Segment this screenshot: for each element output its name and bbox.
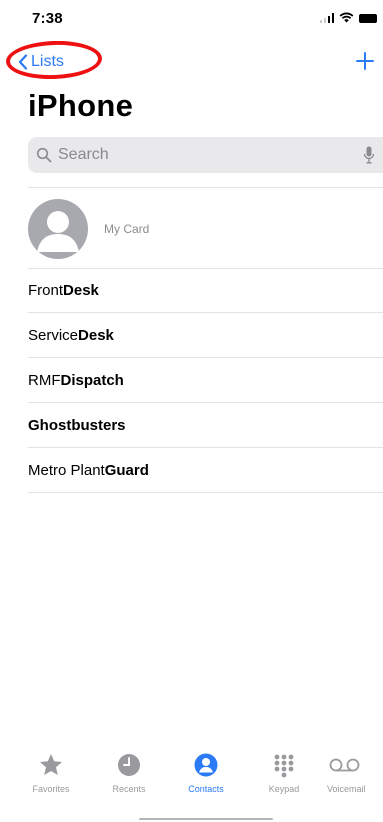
status-icons — [319, 12, 377, 23]
keypad-icon — [274, 754, 294, 778]
clock-icon — [118, 754, 140, 776]
contact-list: Front Desk Service Desk RMF Dispatch Gho… — [0, 268, 383, 493]
tab-label: Contacts — [188, 784, 224, 794]
search-bar[interactable] — [28, 137, 383, 173]
contact-last-name: Desk — [63, 282, 99, 299]
contact-row-service-desk[interactable]: Service Desk — [0, 313, 383, 358]
contact-last-name: Dispatch — [60, 372, 124, 389]
contact-last-name: Ghostbusters — [28, 417, 126, 434]
my-card[interactable]: My Card — [28, 196, 383, 262]
tab-favorites[interactable]: Favorites — [16, 752, 86, 794]
tab-contacts[interactable]: Contacts — [171, 752, 241, 794]
contact-first-name: RMF — [28, 372, 61, 389]
navigation-bar: Lists — [0, 39, 383, 81]
contact-first-name: Metro Plant — [28, 462, 105, 479]
contact-last-name: Desk — [78, 327, 114, 344]
tab-label: Voicemail — [327, 784, 366, 794]
person-silhouette-icon — [37, 211, 79, 252]
my-card-label: My Card — [104, 222, 150, 236]
contact-first-name: Front — [28, 282, 64, 299]
divider — [28, 187, 383, 188]
contact-row-front-desk[interactable]: Front Desk — [0, 268, 383, 313]
voicemail-icon — [329, 758, 360, 772]
page-title: iPhone — [28, 88, 134, 123]
cellular-signal-icon — [319, 13, 334, 23]
search-icon — [36, 147, 52, 163]
tab-label: Favorites — [32, 784, 70, 794]
home-indicator — [139, 818, 273, 820]
tab-recents[interactable]: Recents — [94, 752, 164, 794]
back-button-label: Lists — [31, 53, 64, 70]
person-icon — [194, 753, 218, 777]
tab-bar: Favorites Recents Contacts Keypad Voicem… — [0, 752, 383, 804]
add-contact-button[interactable] — [351, 46, 379, 76]
search-input[interactable] — [56, 145, 340, 165]
tab-label: Recents — [112, 784, 146, 794]
contact-row-ghostbusters[interactable]: Ghostbusters — [0, 403, 383, 448]
avatar — [28, 199, 88, 259]
wifi-icon — [339, 12, 354, 23]
status-time: 7:38 — [32, 10, 63, 27]
tab-voicemail[interactable]: Voicemail — [313, 752, 383, 794]
star-icon — [40, 754, 62, 775]
chevron-left-icon — [18, 54, 28, 70]
back-button[interactable]: Lists — [5, 39, 103, 81]
microphone-icon[interactable] — [363, 146, 375, 164]
battery-icon — [359, 14, 377, 23]
status-bar: 7:38 — [0, 0, 383, 36]
tab-keypad[interactable]: Keypad — [249, 752, 319, 794]
contact-row-rmf-dispatch[interactable]: RMF Dispatch — [0, 358, 383, 403]
plus-icon — [356, 52, 374, 70]
contact-row-metro-plant-guard[interactable]: Metro Plant Guard — [0, 448, 383, 493]
tab-label: Keypad — [268, 784, 300, 794]
contact-last-name: Guard — [104, 462, 149, 479]
contact-first-name: Service — [28, 327, 79, 344]
